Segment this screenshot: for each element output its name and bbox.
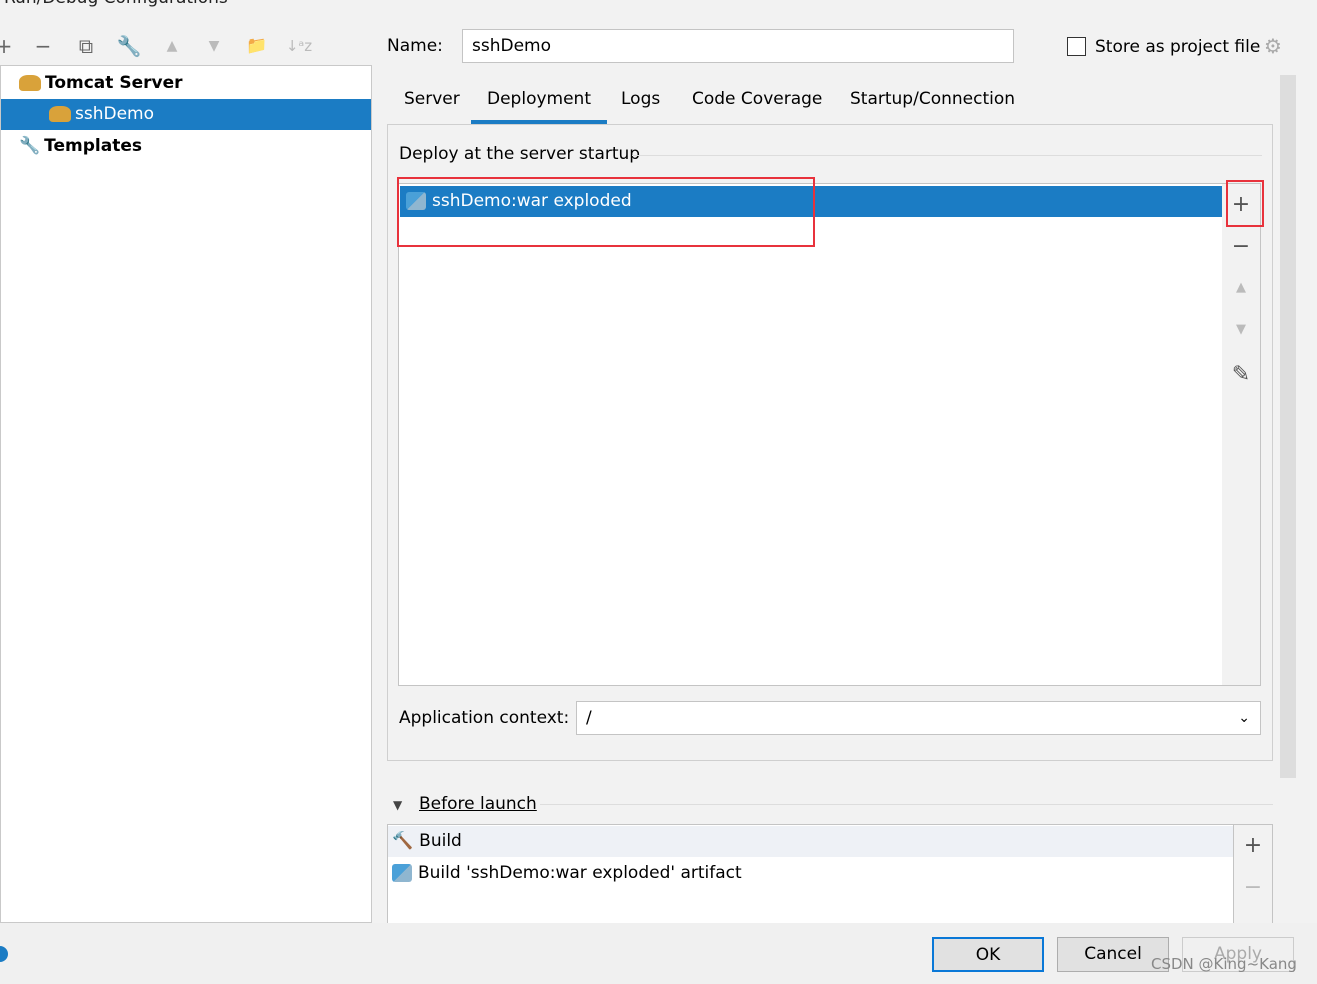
name-label: Name: [387, 36, 443, 56]
move-up-icon[interactable]: ▲ [158, 32, 186, 60]
tab-logs[interactable]: Logs [605, 84, 676, 124]
move-down-icon[interactable]: ▼ [200, 32, 228, 60]
divider [632, 155, 1262, 156]
tab-startup-connection[interactable]: Startup/Connection [834, 84, 1031, 124]
scrollbar[interactable] [1280, 75, 1296, 778]
before-launch-list: 🔨 Build Build 'sshDemo:war exploded' arti… [387, 824, 1234, 924]
before-side-toolbar: + − [1234, 824, 1273, 924]
list-item[interactable]: Build 'sshDemo:war exploded' artifact [388, 858, 1233, 889]
context-combobox[interactable]: / ⌄ [576, 701, 1261, 735]
move-down-icon[interactable]: ▼ [1222, 322, 1260, 337]
before-launch-label[interactable]: Before launch [419, 794, 537, 814]
tree-item-templates[interactable]: 🔧 Templates [1, 131, 371, 162]
config-tree: Tomcat Server sshDemo 🔧 Templates [0, 65, 372, 923]
remove-icon[interactable]: − [1234, 875, 1272, 900]
move-up-icon[interactable]: ▲ [1222, 280, 1260, 295]
add-icon[interactable]: + [0, 32, 18, 60]
sort-icon[interactable]: ↓ᵃz [285, 32, 313, 60]
name-input[interactable]: sshDemo [462, 29, 1014, 63]
context-label: Application context: [399, 708, 570, 728]
artifact-icon [392, 864, 412, 882]
remove-icon[interactable]: − [29, 32, 57, 60]
deploy-legend: Deploy at the server startup [399, 144, 649, 164]
store-checkbox[interactable] [1067, 37, 1086, 56]
hammer-icon: 🔨 [392, 831, 414, 851]
divider [540, 804, 1273, 805]
tab-deployment[interactable]: Deployment [471, 84, 607, 124]
new-folder-icon[interactable]: 📁 [243, 32, 271, 60]
deploy-list: sshDemo:war exploded [398, 183, 1223, 686]
watermark: CSDN @King~Kang [1151, 955, 1297, 973]
highlight-box [1226, 180, 1264, 227]
wrench-icon: 🔧 [19, 136, 41, 156]
tree-item-tomcat-server[interactable]: Tomcat Server [1, 68, 371, 99]
tab-server[interactable]: Server [388, 84, 476, 124]
add-icon[interactable]: + [1234, 833, 1272, 858]
chevron-down-icon[interactable]: ⌄ [1238, 702, 1250, 734]
collapse-icon[interactable]: ▼ [393, 798, 402, 812]
store-label[interactable]: Store as project file [1095, 37, 1260, 57]
tree-item-sshdemo[interactable]: sshDemo [1, 99, 371, 130]
tomcat-icon [49, 106, 71, 122]
remove-icon[interactable]: − [1222, 234, 1260, 259]
wrench-icon[interactable]: 🔧 [115, 32, 143, 60]
tab-code-coverage[interactable]: Code Coverage [676, 84, 838, 124]
copy-icon[interactable]: ⧉ [72, 32, 100, 60]
highlight-box [397, 177, 815, 247]
ok-button[interactable]: OK [932, 937, 1044, 972]
tomcat-icon [19, 75, 41, 91]
window-title: Run/Debug Configurations [4, 0, 228, 8]
deploy-side-toolbar: + − ▲ ▼ ✎ [1222, 183, 1261, 686]
list-item[interactable]: 🔨 Build [388, 826, 1233, 857]
gear-icon[interactable]: ⚙ [1264, 34, 1282, 58]
edit-icon[interactable]: ✎ [1222, 362, 1260, 387]
